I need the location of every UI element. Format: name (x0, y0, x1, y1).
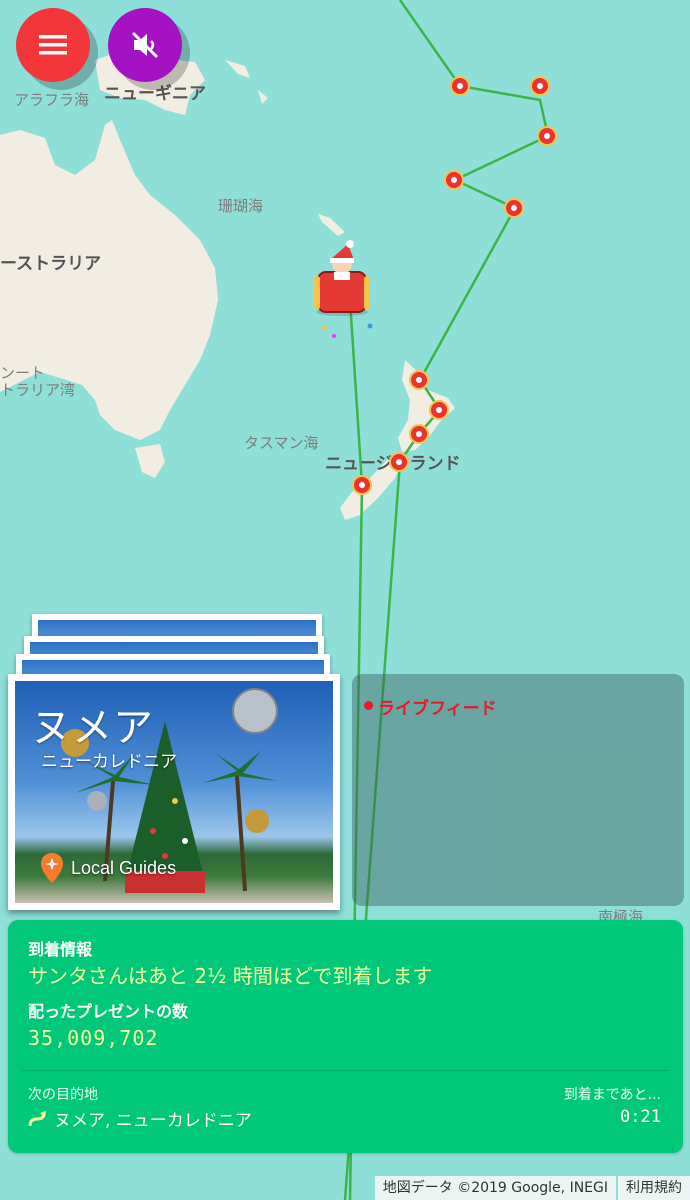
stop-marker (504, 198, 524, 218)
stop-marker (429, 400, 449, 420)
live-feed-panel[interactable]: ライブフィード (352, 674, 684, 906)
map-label-arafura: アラフラ海 (14, 91, 89, 109)
stop-marker (409, 424, 429, 444)
menu-icon (39, 35, 67, 55)
place-subtitle: ニューカレドニア (41, 752, 177, 772)
menu-button[interactable] (16, 8, 90, 82)
stop-marker (409, 370, 429, 390)
live-indicator-icon (364, 701, 373, 710)
local-guides-badge: Local Guides (41, 853, 176, 883)
live-feed-title: ライブフィード (378, 699, 497, 719)
next-destination-label: 次の目的地 (28, 1087, 98, 1103)
map-pin-icon (41, 853, 63, 883)
next-destination-name: ヌメア, ニューカレドニア (54, 1111, 252, 1131)
arrival-label: 到着情報 (28, 940, 93, 959)
presents-label: 配ったプレゼントの数 (28, 1002, 189, 1021)
place-title: ヌメア (31, 705, 154, 751)
destination-photo: ヌメア ニューカレドニア Local Guides (15, 681, 333, 903)
map-label-coral-sea: 珊瑚海 (218, 197, 263, 215)
presents-count: 35,009,702 (28, 1026, 159, 1050)
map-label-new-guinea: ニューギニア (104, 84, 206, 104)
arrival-info-panel[interactable]: 到着情報 サンタさんはあと 2½ 時間ほどで到着します 配ったプレゼントの数 3… (8, 920, 683, 1153)
photo-card-front[interactable]: ヌメア ニューカレドニア Local Guides (8, 674, 340, 910)
eta-value: 0:21 (620, 1107, 661, 1127)
route-icon (28, 1110, 46, 1126)
next-destination[interactable]: ヌメア, ニューカレドニア (28, 1106, 252, 1131)
panel-divider (22, 1070, 669, 1071)
stop-marker (537, 126, 557, 146)
map-label-tasman: タスマン海 (244, 434, 319, 452)
map-label-australia: ーストラリア (0, 254, 101, 274)
destination-photo-card[interactable]: ヌメア ニューカレドニア Local Guides (8, 614, 340, 910)
stop-marker (450, 76, 470, 96)
map-label-gulf-b: トラリア湾 (0, 381, 75, 399)
stop-marker (530, 76, 550, 96)
mute-button[interactable] (108, 8, 182, 82)
map-label-gulf-a: ンート (0, 364, 45, 382)
volume-off-icon (131, 31, 159, 59)
map-footer: 地図データ ©2019 Google, INEGI 利用規約 (374, 1176, 690, 1200)
stop-marker (352, 475, 372, 495)
local-guides-label: Local Guides (71, 857, 177, 878)
stop-marker (389, 452, 409, 472)
terms-link[interactable]: 利用規約 (618, 1176, 690, 1200)
stop-marker (444, 170, 464, 190)
arrival-text: サンタさんはあと 2½ 時間ほどで到着します (28, 964, 433, 988)
eta-label: 到着まであと... (563, 1087, 661, 1103)
map-data-attribution[interactable]: 地図データ ©2019 Google, INEGI (374, 1176, 616, 1200)
